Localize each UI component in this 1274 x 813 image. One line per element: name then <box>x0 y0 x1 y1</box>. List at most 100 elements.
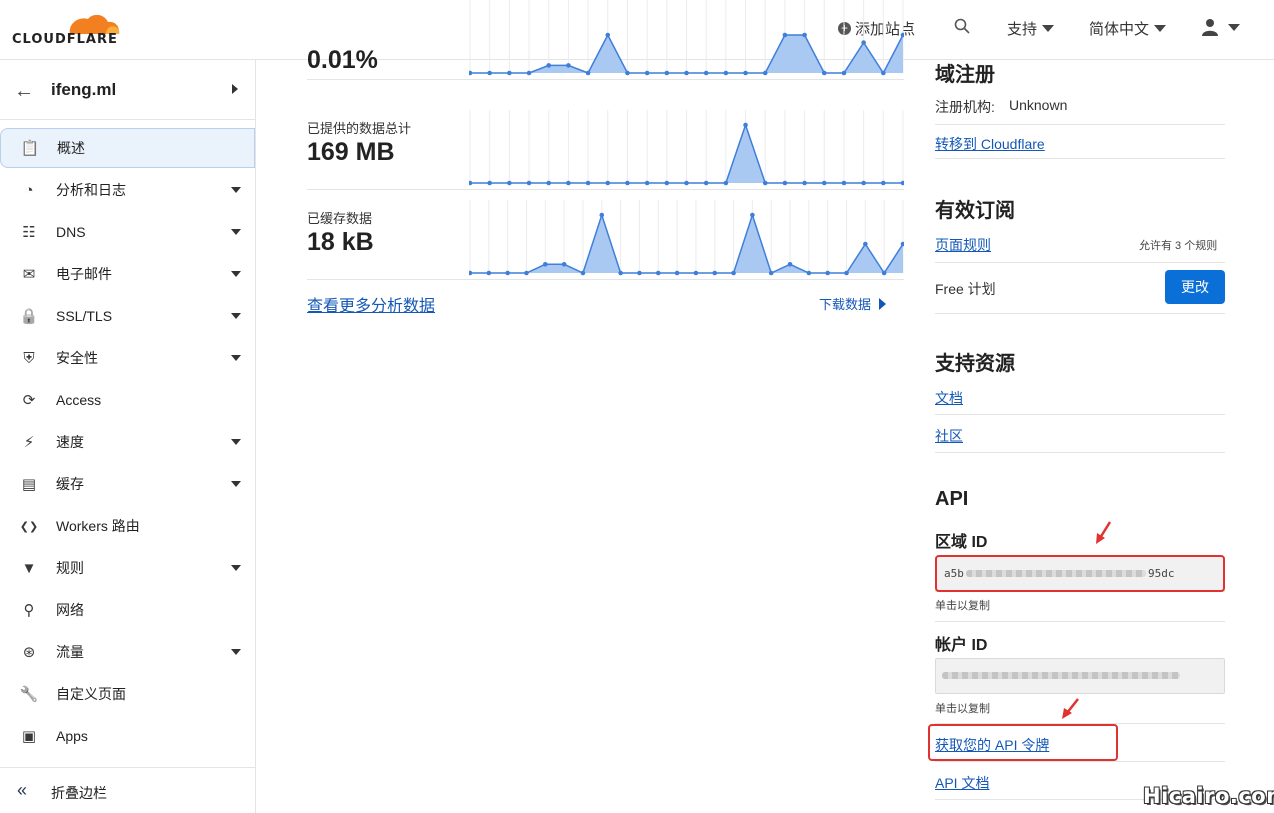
sidebar-item[interactable]: ⚲ 网络 <box>0 590 255 630</box>
sparkline-point <box>605 180 611 186</box>
account-id-field[interactable] <box>935 658 1225 694</box>
download-data-link[interactable]: 下载数据 <box>819 294 887 313</box>
sparkline-point <box>821 70 827 76</box>
lock-icon: 🔒 <box>19 308 39 325</box>
sidebar-item[interactable]: 🔒 SSL/TLS <box>0 296 255 336</box>
chevron-down-icon[interactable] <box>231 229 241 235</box>
traffic-icon: ⊛ <box>22 644 36 661</box>
sparkline-point <box>664 70 670 76</box>
chevron-down-icon[interactable] <box>231 355 241 361</box>
sparkline-point <box>861 40 866 45</box>
sparkline-point <box>644 180 650 186</box>
domain-registration-title: 域注册 <box>935 64 995 86</box>
api-docs-link[interactable]: API 文档 <box>935 773 989 793</box>
registrar-label: 注册机构: <box>935 99 995 115</box>
sidebar-item[interactable]: ⛨ 安全性 <box>0 338 255 378</box>
api-title: API <box>935 488 969 510</box>
workers-icon: ❮❯ <box>19 520 39 533</box>
sparkline-point <box>881 70 886 76</box>
sidebar-item[interactable]: ▤ 缓存 <box>0 464 255 504</box>
sidebar-item[interactable]: ✉ 电子邮件 <box>0 254 255 294</box>
cache-icon: ▤ <box>21 476 37 493</box>
resources-title: 支持资源 <box>935 353 1015 375</box>
sidebar-item-label: 速度 <box>56 434 84 450</box>
sparkline-chart <box>469 0 904 76</box>
chevron-down-icon[interactable] <box>231 313 241 319</box>
sparkline-point <box>693 270 699 276</box>
sparkline-point <box>723 70 729 76</box>
more-analytics-link[interactable]: 查看更多分析数据 <box>307 292 435 316</box>
chevron-down-icon[interactable] <box>231 649 241 655</box>
language-menu[interactable]: 简体中文 <box>1089 18 1167 39</box>
registrar-value: Unknown <box>1009 97 1068 113</box>
location-icon: ⚲ <box>23 602 35 619</box>
access-icon: ⟳ <box>22 392 36 409</box>
chevron-down-icon[interactable] <box>231 439 241 445</box>
sparkline-line <box>470 212 904 275</box>
page-rules-allowance: 允许有 3 个规则 <box>1139 240 1218 252</box>
metric-value: 169 MB <box>307 138 395 166</box>
sparkline-point <box>768 270 774 276</box>
community-link[interactable]: 社区 <box>935 426 963 446</box>
sidebar-item-label: Workers 路由 <box>56 518 140 534</box>
sidebar-item[interactable]: ☷ DNS <box>0 212 255 252</box>
logo-text: CLOUDFLARE <box>12 32 118 47</box>
account-id-label: 帐户 ID <box>935 637 988 654</box>
transfer-to-cloudflare-link[interactable]: 转移到 Cloudflare <box>935 134 1045 154</box>
metric-label: 已缓存数据 <box>307 211 373 226</box>
sidebar-item[interactable]: ⊛ 流量 <box>0 632 255 672</box>
change-plan-button[interactable]: 更改 <box>1165 270 1225 304</box>
sparkline-point <box>585 180 591 186</box>
back-arrow-icon[interactable]: ← <box>14 80 34 103</box>
search-button[interactable] <box>954 18 970 34</box>
redacted-blur <box>942 672 1180 679</box>
chevron-down-icon[interactable] <box>231 565 241 571</box>
divider <box>935 262 1225 263</box>
sidebar-item[interactable]: ◔ 分析和日志 <box>0 170 255 210</box>
apps-icon: ▣ <box>21 728 37 745</box>
site-selector[interactable]: ← ifeng.ml <box>0 60 255 120</box>
sidebar-item-label: 规则 <box>56 560 84 576</box>
clipboard-icon: 📋 <box>20 140 40 157</box>
sparkline-point <box>524 270 529 276</box>
sidebar-item[interactable]: ⚡ 速度 <box>0 422 255 462</box>
plan-name: Free 计划 <box>935 281 996 297</box>
sparkline-point <box>825 270 830 276</box>
page-rules-link[interactable]: 页面规则 <box>935 235 991 255</box>
watermark: Hicairo.com <box>1143 784 1274 808</box>
user-menu[interactable] <box>1201 18 1240 36</box>
sparkline-point <box>802 180 807 186</box>
chevron-down-icon[interactable] <box>231 481 241 487</box>
sidebar-item-label: Apps <box>56 728 88 744</box>
sparkline-point <box>546 63 552 68</box>
sidebar: ← ifeng.ml 📋 概述 ◔ 分析和日志 ☷ DNS ✉ 电子邮件 🔒 SSL/TLS ⛨ 安全… <box>0 60 256 813</box>
sparkline-point <box>625 70 630 76</box>
sparkline-point <box>841 70 847 76</box>
sparkline-point <box>841 180 847 186</box>
sparkline-point <box>618 270 623 276</box>
sparkline-point <box>655 270 661 276</box>
chevron-down-icon[interactable] <box>231 187 241 193</box>
sidebar-item-label: 自定义页面 <box>56 686 126 702</box>
chevron-down-icon[interactable] <box>231 271 241 277</box>
collapse-sidebar-button[interactable]: « 折叠边栏 <box>0 767 255 813</box>
sparkline-point <box>580 270 586 276</box>
sidebar-item[interactable]: 🔧 自定义页面 <box>0 674 255 714</box>
lightning-icon: ⚡ <box>23 434 35 451</box>
pie-chart-icon: ◔ <box>24 181 34 199</box>
sidebar-item[interactable]: ❮❯ Workers 路由 <box>0 506 255 546</box>
sidebar-item-label: 分析和日志 <box>56 182 126 198</box>
site-name: ifeng.ml <box>51 80 117 99</box>
sparkline-point <box>637 270 642 276</box>
sidebar-item[interactable]: ▼ 规则 <box>0 548 255 588</box>
docs-link[interactable]: 文档 <box>935 388 963 408</box>
sidebar-item[interactable]: 📋 概述 <box>0 128 255 168</box>
annotation-arrow-icon <box>1096 521 1112 544</box>
sparkline-point <box>469 70 473 76</box>
sparkline-point <box>507 180 512 186</box>
support-menu[interactable]: 支持 <box>1007 18 1055 39</box>
sidebar-item[interactable]: ▣ Apps <box>0 716 255 756</box>
divider <box>935 452 1225 453</box>
sidebar-item[interactable]: ⟳ Access <box>0 380 255 420</box>
sidebar-item-label: 概述 <box>57 140 85 156</box>
